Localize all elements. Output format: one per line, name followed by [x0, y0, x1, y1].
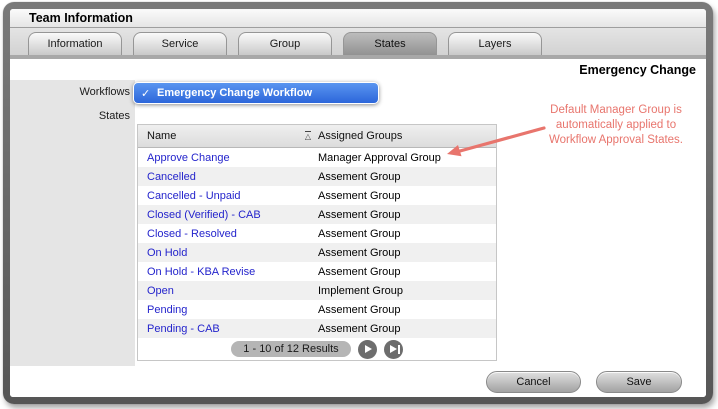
- state-name-link[interactable]: Pending - CAB: [138, 323, 318, 335]
- sort-ascending-icon[interactable]: △: [305, 131, 311, 141]
- tab-label: Information: [47, 38, 102, 50]
- state-name-link[interactable]: Cancelled - Unpaid: [138, 190, 318, 202]
- table-row: Closed (Verified) - CAB Assement Group: [138, 205, 496, 224]
- tab-information[interactable]: Information: [28, 32, 122, 55]
- assigned-group-cell: Assement Group: [318, 247, 496, 259]
- cancel-button[interactable]: Cancel: [486, 371, 581, 393]
- assigned-group-cell: Assement Group: [318, 228, 496, 240]
- tab-group[interactable]: Group: [238, 32, 332, 55]
- assigned-group-cell: Assement Group: [318, 323, 496, 335]
- assigned-group-cell: Implement Group: [318, 285, 496, 297]
- name-column-label: Name: [147, 130, 176, 142]
- end-bar-icon: [398, 345, 400, 354]
- assigned-group-cell: Assement Group: [318, 304, 496, 316]
- table-row: Closed - Resolved Assement Group: [138, 224, 496, 243]
- play-icon: [390, 345, 397, 353]
- tab-strip: Information Service Group States Layers: [10, 28, 706, 59]
- column-header-name[interactable]: Name △: [138, 130, 318, 142]
- annotation-line: automatically applied to: [530, 118, 702, 133]
- annotation-line: Workflow Approval States.: [530, 133, 702, 148]
- assigned-groups-column-label: Assigned Groups: [318, 130, 402, 142]
- table-header-row: Name △ Assigned Groups: [138, 125, 496, 148]
- workflows-label: Workflows: [10, 86, 130, 98]
- play-icon: [365, 345, 372, 353]
- state-name-link[interactable]: Open: [138, 285, 318, 297]
- table-row: Approve Change Manager Approval Group: [138, 148, 496, 167]
- state-name-link[interactable]: On Hold: [138, 247, 318, 259]
- tab-label: Service: [162, 38, 199, 50]
- states-tab-content: Emergency Change Workflows States ✓ Emer…: [10, 59, 706, 397]
- tab-label: Group: [270, 38, 301, 50]
- tab-label: Layers: [478, 38, 511, 50]
- state-name-link[interactable]: Pending: [138, 304, 318, 316]
- assigned-group-cell: Assement Group: [318, 266, 496, 278]
- page-title: Emergency Change: [579, 63, 696, 77]
- states-label: States: [10, 110, 130, 122]
- state-name-link[interactable]: Closed (Verified) - CAB: [138, 209, 318, 221]
- state-name-link[interactable]: Cancelled: [138, 171, 318, 183]
- workflow-dropdown-selected-item[interactable]: ✓ Emergency Change Workflow: [134, 83, 378, 103]
- table-body: Approve Change Manager Approval Group Ca…: [138, 148, 496, 338]
- workflow-dropdown-value: Emergency Change Workflow: [157, 87, 312, 99]
- state-name-link[interactable]: Closed - Resolved: [138, 228, 318, 240]
- next-page-button[interactable]: [358, 340, 377, 359]
- pagination-summary: 1 - 10 of 12 Results: [231, 341, 350, 357]
- states-table: Name △ Assigned Groups Approve Change Ma…: [137, 124, 497, 361]
- tab-label: States: [374, 38, 405, 50]
- table-row: On Hold Assement Group: [138, 243, 496, 262]
- assigned-group-cell: Assement Group: [318, 190, 496, 202]
- assigned-group-cell: Assement Group: [318, 171, 496, 183]
- dialog-titlebar: Team Information: [10, 9, 706, 28]
- tab-service[interactable]: Service: [133, 32, 227, 55]
- state-name-link[interactable]: Approve Change: [138, 152, 318, 164]
- pagination-bar: 1 - 10 of 12 Results: [138, 338, 496, 360]
- assigned-group-cell: Assement Group: [318, 209, 496, 221]
- state-name-link[interactable]: On Hold - KBA Revise: [138, 266, 318, 278]
- tab-states[interactable]: States: [343, 32, 437, 55]
- save-button-label: Save: [626, 376, 651, 388]
- last-page-button[interactable]: [384, 340, 403, 359]
- table-row: Open Implement Group: [138, 281, 496, 300]
- assigned-group-cell: Manager Approval Group: [318, 152, 496, 164]
- workflow-dropdown[interactable]: ✓ Emergency Change Workflow: [133, 82, 379, 104]
- annotation-line: Default Manager Group is: [530, 103, 702, 118]
- table-row: Cancelled - Unpaid Assement Group: [138, 186, 496, 205]
- cancel-button-label: Cancel: [516, 376, 550, 388]
- annotation-note: Default Manager Group is automatically a…: [530, 103, 702, 148]
- table-row: On Hold - KBA Revise Assement Group: [138, 262, 496, 281]
- table-row: Cancelled Assement Group: [138, 167, 496, 186]
- table-row: Pending Assement Group: [138, 300, 496, 319]
- column-header-assigned-groups[interactable]: Assigned Groups: [318, 130, 496, 142]
- save-button[interactable]: Save: [596, 371, 682, 393]
- dialog-body: Team Information Information Service Gro…: [10, 9, 706, 397]
- team-information-dialog: Team Information Information Service Gro…: [3, 2, 713, 404]
- table-row: Pending - CAB Assement Group: [138, 319, 496, 338]
- check-icon: ✓: [141, 87, 157, 100]
- tab-layers[interactable]: Layers: [448, 32, 542, 55]
- dialog-title: Team Information: [29, 11, 133, 25]
- form-label-panel: [10, 80, 135, 366]
